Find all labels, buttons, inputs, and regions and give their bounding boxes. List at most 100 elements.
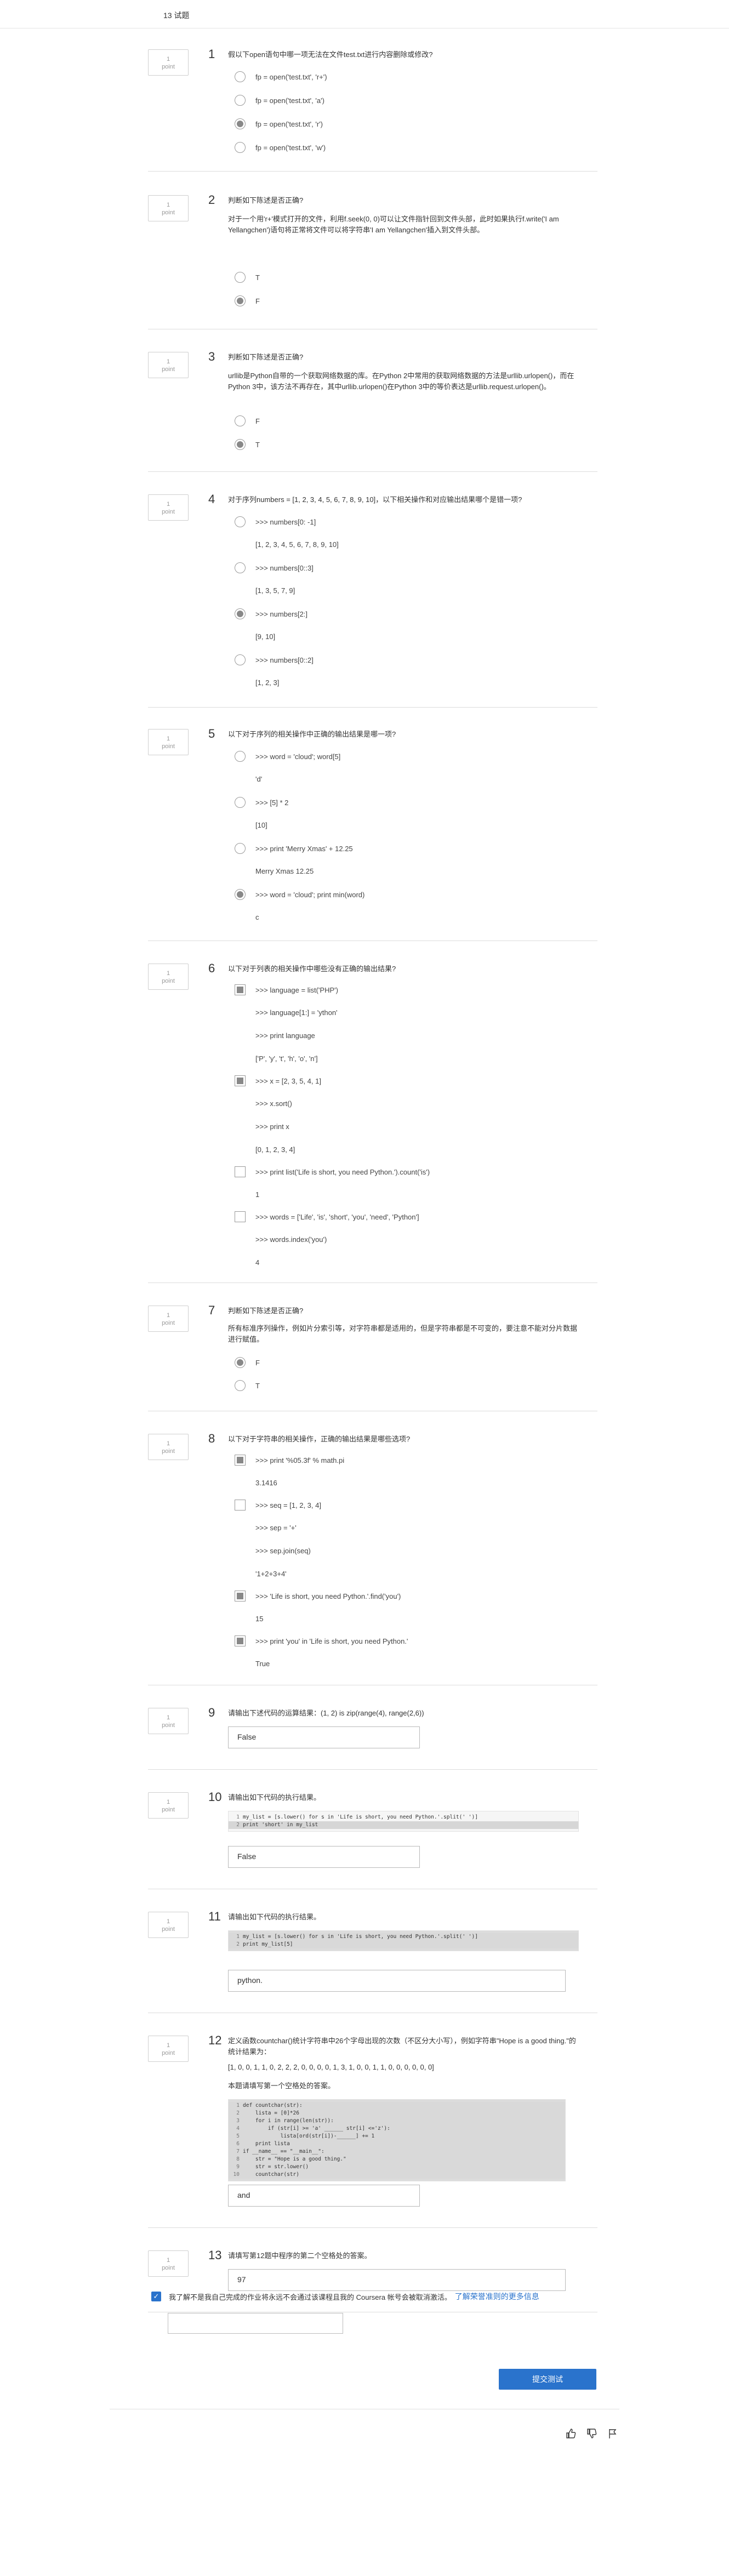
radio-button[interactable] [235, 516, 246, 527]
option-line: >>> sep = '+' [255, 1524, 297, 1532]
point-box: 1 point [148, 2036, 189, 2062]
answer-input[interactable]: 97 [228, 2269, 566, 2291]
question-number: 7 [208, 1303, 215, 1317]
option[interactable]: fp = open('test.txt', 'r+') [235, 71, 327, 82]
radio-button[interactable] [235, 654, 246, 665]
radio-button[interactable] [235, 843, 246, 854]
option[interactable]: T [235, 439, 260, 450]
option[interactable]: T [235, 272, 260, 283]
question-text: 对于序列numbers = [1, 2, 3, 4, 5, 6, 7, 8, 9… [228, 495, 522, 504]
checkbox[interactable] [235, 1500, 246, 1511]
option[interactable]: >>> words = ['Life', 'is', 'short', 'you… [235, 1211, 419, 1222]
radio-button-selected[interactable] [235, 608, 246, 619]
question-number: 13 [208, 2248, 222, 2262]
option[interactable]: >>> print list('Life is short, you need … [235, 1166, 430, 1177]
honor-link[interactable]: 了解荣誉准则的更多信息 [455, 2291, 539, 2302]
radio-button[interactable] [235, 1380, 246, 1391]
point-box: 1 point [148, 195, 189, 221]
point-box: 1 point [148, 1306, 189, 1332]
option[interactable]: >>> word = 'cloud'; word[5] [235, 751, 340, 762]
point-box: 1 point [148, 729, 189, 755]
option[interactable]: >>> print 'Merry Xmas' + 12.25 [235, 843, 353, 854]
option[interactable]: >>> [5] * 2 [235, 797, 288, 808]
code-line: 2 print 'short' in my_list [229, 1821, 578, 1829]
question-text: 假以下open语句中哪一项无法在文件test.txt进行内容删除或修改? [228, 50, 433, 59]
checkbox[interactable] [235, 1166, 246, 1177]
option-line: 4 [255, 1258, 260, 1267]
option-result: [1, 3, 5, 7, 9] [255, 586, 295, 595]
option[interactable]: F [235, 295, 260, 306]
thumbs-up-icon[interactable] [565, 2428, 578, 2441]
option-line: >>> print x [255, 1122, 289, 1131]
point-box: 1 point [148, 494, 189, 521]
answer-input[interactable]: python. [228, 1970, 566, 1992]
option-line: ['P', 'y', 't', 'h', 'o', 'n'] [255, 1055, 318, 1063]
option[interactable]: fp = open('test.txt', 'w') [235, 142, 326, 153]
option[interactable]: fp = open('test.txt', 'r') [235, 118, 323, 129]
option[interactable]: >>> print 'you' in 'Life is short, you n… [235, 1635, 408, 1646]
honor-code-row[interactable]: ✓ 我了解不是我自己完成的作业将永远不会通过该课程且我的 Coursera 帐号… [151, 2291, 539, 2302]
option[interactable]: >>> x = [2, 3, 5, 4, 1] [235, 1075, 321, 1086]
option-line: 1 [255, 1190, 260, 1199]
radio-button-selected[interactable] [235, 889, 246, 900]
option[interactable]: >>> language = list('PHP') [235, 984, 338, 995]
option-result: [1, 2, 3] [255, 679, 280, 687]
question-text: 判断如下陈述是否正确? [228, 353, 304, 361]
option[interactable]: >>> numbers[0::2] [235, 654, 314, 665]
radio-button[interactable] [235, 71, 246, 82]
honor-checkbox[interactable]: ✓ [151, 2292, 161, 2301]
code-line: 6 print lista [229, 2140, 565, 2148]
divider [148, 2227, 597, 2228]
signature-input[interactable] [168, 2313, 343, 2334]
question-text: 定义函数countchar()统计字符串中26个字母出现的次数（不区分大小写），… [228, 2037, 576, 2056]
option[interactable]: >>> numbers[0: -1] [235, 516, 316, 527]
question-number: 11 [208, 1910, 221, 1923]
option-line: >>> words.index('you') [255, 1235, 327, 1244]
radio-button[interactable] [235, 415, 246, 426]
checkbox-checked[interactable] [235, 984, 246, 995]
submit-button[interactable]: 提交测试 [499, 2369, 596, 2390]
radio-button-selected[interactable] [235, 439, 246, 450]
checkbox-checked[interactable] [235, 1075, 246, 1086]
thumbs-down-icon[interactable] [585, 2428, 599, 2441]
radio-button[interactable] [235, 751, 246, 762]
top-bar: 13 试题 [0, 0, 729, 29]
question-number: 12 [208, 2033, 222, 2047]
question-count: 13 试题 [163, 11, 190, 20]
code-line: 8 str = "Hope is a good thing." [229, 2156, 565, 2163]
option[interactable]: fp = open('test.txt', 'a') [235, 95, 324, 106]
option[interactable]: T [235, 1380, 260, 1391]
question-number: 10 [208, 1790, 222, 1804]
radio-button-selected[interactable] [235, 118, 246, 129]
answer-input[interactable]: and [228, 2185, 420, 2207]
radio-button[interactable] [235, 95, 246, 106]
radio-button[interactable] [235, 562, 246, 573]
answer-input[interactable]: False [228, 1846, 420, 1868]
option[interactable]: >>> numbers[0::3] [235, 562, 314, 573]
radio-button-selected[interactable] [235, 1357, 246, 1368]
option[interactable]: F [235, 415, 260, 426]
answer-input[interactable]: False [228, 1726, 420, 1748]
radio-button-selected[interactable] [235, 295, 246, 306]
radio-button[interactable] [235, 272, 246, 283]
checkbox-checked[interactable] [235, 1455, 246, 1466]
code-line: 1 my_list = [s.lower() for s in 'Life is … [236, 1814, 478, 1820]
checkbox-checked[interactable] [235, 1635, 246, 1646]
question-text: 以下对于列表的相关操作中哪些没有正确的输出结果? [228, 965, 396, 973]
flag-icon[interactable] [606, 2428, 619, 2441]
option[interactable]: >>> numbers[2:] [235, 608, 307, 619]
point-box: 1 point [148, 2250, 189, 2277]
option[interactable]: >>> 'Life is short, you need Python.'.fi… [235, 1591, 401, 1602]
radio-button[interactable] [235, 797, 246, 808]
code-line: 10 countchar(str) [229, 2171, 565, 2179]
radio-button[interactable] [235, 142, 246, 153]
checkbox[interactable] [235, 1211, 246, 1222]
option[interactable]: F [235, 1357, 260, 1368]
code-line: 1 def countchar(str): [229, 2102, 565, 2110]
option[interactable]: >>> seq = [1, 2, 3, 4] [235, 1500, 321, 1511]
divider [148, 471, 597, 472]
code-line: 4 if (str[i] >= 'a' ______ str[i] <='z')… [229, 2125, 565, 2133]
checkbox-checked[interactable] [235, 1591, 246, 1602]
option[interactable]: >>> word = 'cloud'; print min(word) [235, 889, 364, 900]
option[interactable]: >>> print '%05.3f' % math.pi [235, 1455, 344, 1466]
